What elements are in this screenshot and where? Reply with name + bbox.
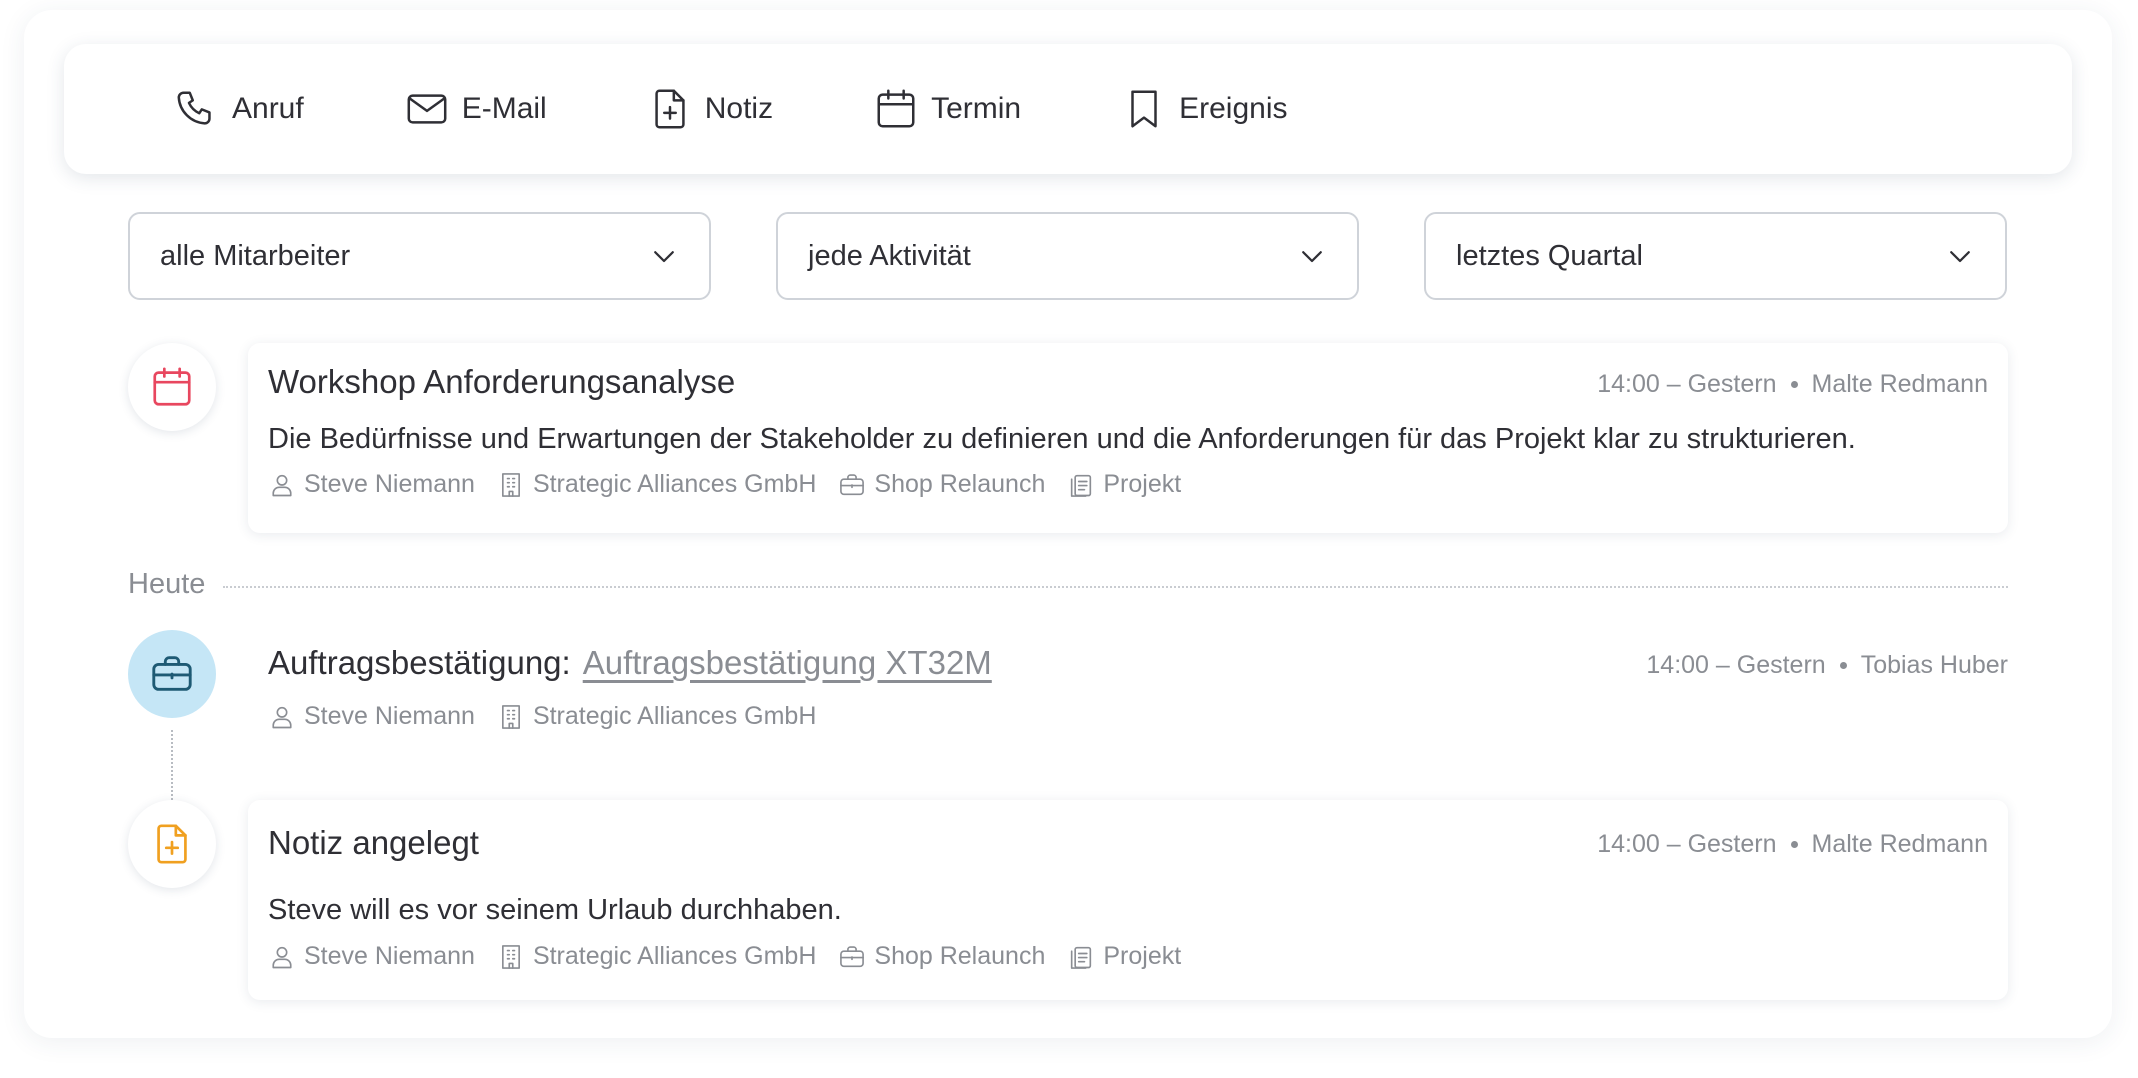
day-divider: Heute [128, 568, 2008, 601]
call-action-label: Anruf [232, 92, 304, 125]
type-name: Projekt [1103, 942, 1182, 970]
activity-title: Notiz angelegt [268, 824, 479, 861]
deal-tag[interactable]: Shop Relaunch [838, 470, 1045, 499]
activity-meta: 14:00 – Gestern Tobias Huber [1646, 651, 2008, 680]
note-add-icon [655, 89, 685, 129]
contact-tag[interactable]: Steve Niemann [268, 942, 475, 971]
clipboard-icon [1071, 946, 1092, 969]
period-filter-value: letztes Quartal [1456, 239, 1643, 272]
activity-title: Workshop Anforderungsanalyse [268, 363, 736, 400]
clipboard-icon [1071, 474, 1092, 497]
calendar-icon [877, 89, 915, 128]
email-action-label: E-Mail [461, 92, 547, 125]
activity-card-workshop[interactable]: Workshop Anforderungsanalyse 14:00 – Ges… [248, 343, 2008, 533]
person-icon [272, 474, 292, 496]
phone-icon [177, 91, 211, 125]
activity-description: Die Bedürfnisse und Erwartungen der Stak… [268, 423, 1856, 455]
timeline-connector [171, 730, 173, 800]
meta-separator [1790, 381, 1798, 388]
activity-user: Malte Redmann [1811, 830, 1988, 858]
day-divider-line [223, 585, 2008, 588]
action-bar: Anruf E-Mail Notiz Termin Ereignis [64, 44, 2072, 174]
appointment-action-label: Termin [931, 92, 1022, 125]
order-label: Auftragsbestätigung: [268, 644, 571, 681]
activity-item-order[interactable]: Auftragsbestätigung: Auftragsbestätigung … [248, 630, 2008, 740]
company-name: Strategic Alliances GmbH [532, 942, 817, 970]
deal-name: Shop Relaunch [874, 470, 1046, 498]
briefcase-icon [840, 945, 865, 967]
activity-title: Auftragsbestätigung: Auftragsbestätigung … [268, 644, 992, 682]
type-name: Projekt [1103, 470, 1182, 498]
deal-tag[interactable]: Shop Relaunch [838, 942, 1045, 971]
company-name: Strategic Alliances GmbH [532, 702, 817, 730]
employee-filter-value: alle Mitarbeiter [160, 239, 351, 272]
employee-filter-select[interactable]: alle Mitarbeiter [128, 212, 711, 300]
activity-time: 14:00 – Gestern [1597, 370, 1777, 398]
person-icon [272, 946, 292, 968]
activity-filter-select[interactable]: jede Aktivität [776, 212, 1359, 300]
contact-tag[interactable]: Steve Niemann [268, 702, 475, 731]
event-action-button[interactable]: Ereignis [1121, 86, 1288, 132]
activity-card-note[interactable]: Notiz angelegt 14:00 – Gestern Malte Red… [248, 800, 2008, 1000]
person-icon [272, 706, 292, 728]
note-type-badge [128, 800, 216, 888]
contact-name: Steve Niemann [304, 702, 475, 730]
contact-name: Steve Niemann [304, 470, 475, 498]
chevron-down-icon [654, 251, 674, 263]
activity-filter-value: jede Aktivität [808, 239, 971, 272]
type-tag[interactable]: Projekt [1067, 942, 1181, 971]
chevron-down-icon [1302, 251, 1322, 263]
call-action-button[interactable]: Anruf [174, 86, 304, 132]
mail-icon [407, 94, 447, 124]
activity-tags: Steve Niemann Strategic Alliances GmbH S… [268, 942, 1181, 971]
activity-user: Tobias Huber [1860, 651, 2008, 679]
company-tag[interactable]: Strategic Alliances GmbH [497, 702, 816, 731]
note-action-button[interactable]: Notiz [647, 86, 773, 132]
briefcase-icon [840, 473, 865, 495]
activity-tags: Steve Niemann Strategic Alliances GmbH [268, 702, 816, 731]
chevron-down-icon [1950, 251, 1970, 263]
meta-separator [1839, 662, 1847, 669]
contact-name: Steve Niemann [304, 942, 475, 970]
contact-tag[interactable]: Steve Niemann [268, 470, 475, 499]
period-filter-select[interactable]: letztes Quartal [1424, 212, 2007, 300]
type-tag[interactable]: Projekt [1067, 470, 1181, 499]
activity-description: Steve will es vor seinem Urlaub durchhab… [268, 894, 842, 926]
filter-bar: alle Mitarbeiter jede Aktivität letztes … [128, 212, 2007, 300]
email-action-button[interactable]: E-Mail [404, 86, 547, 132]
company-name: Strategic Alliances GmbH [532, 470, 817, 498]
building-icon [501, 944, 520, 969]
company-tag[interactable]: Strategic Alliances GmbH [497, 942, 816, 971]
activity-user: Malte Redmann [1811, 370, 1988, 398]
building-icon [501, 472, 520, 497]
activity-panel: Anruf E-Mail Notiz Termin Ereignis alle … [24, 10, 2112, 1038]
bookmark-icon [1131, 90, 1157, 128]
building-icon [501, 704, 520, 729]
event-action-label: Ereignis [1179, 92, 1288, 125]
deal-name: Shop Relaunch [874, 942, 1046, 970]
activity-time: 14:00 – Gestern [1646, 651, 1826, 679]
briefcase-icon [152, 656, 192, 691]
activity-time: 14:00 – Gestern [1597, 830, 1777, 858]
note-add-icon [157, 824, 187, 864]
company-tag[interactable]: Strategic Alliances GmbH [497, 470, 816, 499]
order-type-badge [128, 630, 216, 718]
note-action-label: Notiz [704, 92, 774, 125]
activity-tags: Steve Niemann Strategic Alliances GmbH S… [268, 470, 1181, 499]
appointment-action-button[interactable]: Termin [873, 86, 1021, 132]
activity-meta: 14:00 – Gestern Malte Redmann [1597, 370, 1988, 399]
activity-meta: 14:00 – Gestern Malte Redmann [1597, 830, 1988, 859]
day-divider-label: Heute [128, 568, 206, 600]
calendar-icon [153, 367, 191, 406]
order-document-link[interactable]: Auftragsbestätigung XT32M [583, 644, 992, 681]
event-type-badge [128, 343, 216, 431]
meta-separator [1790, 841, 1798, 848]
